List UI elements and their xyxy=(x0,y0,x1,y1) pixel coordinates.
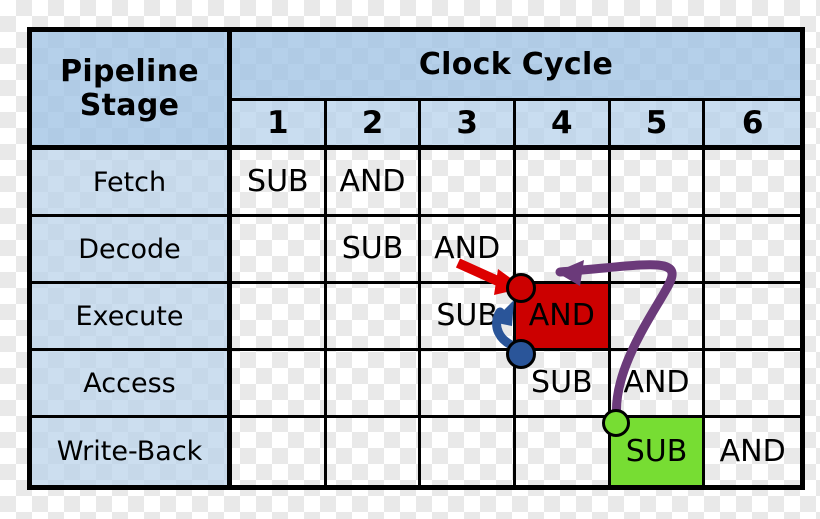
cycle-header-1: 1 xyxy=(232,101,327,150)
cell-r4-c2 xyxy=(421,418,516,485)
cell-r0-c0: SUB xyxy=(232,150,327,217)
stage-label-execute: Execute xyxy=(32,284,232,351)
cell-r1-c2: AND xyxy=(421,217,516,284)
stage-label-fetch: Fetch xyxy=(32,150,232,217)
cell-r0-c5 xyxy=(705,150,800,217)
cell-r4-c0 xyxy=(232,418,327,485)
diagram-canvas: Pipeline Stage Clock Cycle 1 2 3 4 5 6 Fetch SUB AN… xyxy=(0,0,820,519)
clock-cycle-group-header: Clock Cycle xyxy=(232,32,800,101)
cell-r3-c4: AND xyxy=(610,351,706,418)
cell-r0-c4 xyxy=(610,150,706,217)
cell-r4-c5: AND xyxy=(719,433,786,469)
pipeline-grid: Pipeline Stage Clock Cycle 1 2 3 4 5 6 Fetch SUB AN… xyxy=(32,32,800,485)
cell-r1-c1: SUB xyxy=(326,217,422,284)
cell-r3-c0 xyxy=(232,351,327,418)
cell-r2-c1 xyxy=(326,284,422,351)
cycle-header-5: 5 xyxy=(610,101,706,150)
green-node xyxy=(602,409,630,437)
cell-r4-c3 xyxy=(516,418,611,485)
red-node xyxy=(506,273,536,303)
cycle-header-2: 2 xyxy=(326,101,422,150)
pipeline-stage-header-line2: Stage xyxy=(79,87,180,123)
cell-r1-c3 xyxy=(516,217,611,284)
cell-r0-c1: AND xyxy=(326,150,422,217)
cell-r3-c1 xyxy=(326,351,422,418)
cell-r1-c0 xyxy=(232,217,327,284)
stage-label-access: Access xyxy=(32,351,232,418)
cell-r0-c2 xyxy=(421,150,516,217)
cell-r2-c4 xyxy=(610,284,706,351)
cell-r1-c5 xyxy=(705,217,800,284)
cell-r2-c2: SUB xyxy=(421,284,516,351)
cell-r3-c2 xyxy=(421,351,516,418)
pipeline-stage-header-line1: Pipeline xyxy=(60,53,199,89)
stage-label-decode: Decode xyxy=(32,217,232,284)
blue-node xyxy=(506,339,536,369)
cycle-header-4: 4 xyxy=(516,101,611,150)
cell-r2-c0 xyxy=(232,284,327,351)
cell-r2-c5 xyxy=(705,284,800,351)
pipeline-stage-header: Pipeline Stage xyxy=(32,32,232,150)
stage-label-write-back: Write-Back xyxy=(32,418,232,485)
cycle-header-6: 6 xyxy=(705,101,800,150)
cell-r3-c5 xyxy=(705,351,800,418)
cell-r1-c4 xyxy=(610,217,706,284)
cell-r4-c1 xyxy=(327,418,422,485)
cell-r0-c3 xyxy=(516,150,611,217)
pipeline-table: Pipeline Stage Clock Cycle 1 2 3 4 5 6 Fetch SUB AN… xyxy=(27,27,805,490)
cycle-header-3: 3 xyxy=(421,101,516,150)
